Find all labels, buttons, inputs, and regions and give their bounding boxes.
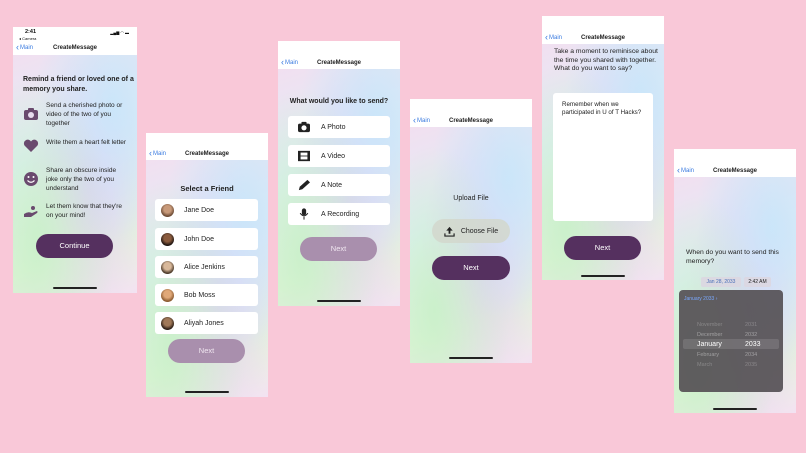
- reminisce-prompt: Take a moment to reminisce about the tim…: [554, 48, 658, 72]
- status-time: 2:41: [25, 29, 37, 35]
- camera-icon: [24, 108, 38, 120]
- screen-select-friend: ‹ Main CreateMessage Select a Friend Jane…: [146, 133, 268, 397]
- picker-month-wheel[interactable]: November December January February March: [697, 320, 742, 370]
- picker-year-option: 2032: [745, 332, 758, 338]
- picker-month-header[interactable]: January 2033 ›: [684, 296, 717, 302]
- option-recording-button[interactable]: A Recording: [288, 203, 390, 225]
- next-button[interactable]: Next: [432, 256, 510, 280]
- film-icon: [298, 150, 310, 162]
- home-indicator: [713, 408, 757, 410]
- nav-bar: ‹ Main CreateMessage: [542, 16, 664, 44]
- picker-year-option: 2031: [745, 322, 758, 328]
- option-label: A Video: [321, 152, 346, 160]
- heart-icon: [23, 139, 39, 152]
- friend-row[interactable]: Aliyah Jones: [155, 312, 258, 334]
- note-textarea[interactable]: Remember when we participated in U of T …: [553, 93, 653, 221]
- date-picker-popover[interactable]: January 2033 › November December January…: [679, 290, 783, 392]
- next-button[interactable]: Next: [300, 237, 377, 261]
- picker-month-option: February: [697, 352, 720, 358]
- friend-row[interactable]: John Doe: [155, 228, 258, 250]
- picker-month-option: March: [697, 362, 713, 368]
- home-indicator: [449, 357, 493, 359]
- friend-name: Aliyah Jones: [184, 319, 224, 327]
- friend-name: Bob Moss: [184, 291, 216, 299]
- avatar: [161, 260, 174, 274]
- nav-bar: ‹ Main CreateMessage: [410, 99, 532, 127]
- intro-heading: Remind a friend or loved one of a memory…: [23, 76, 134, 93]
- nav-title: CreateMessage: [580, 35, 626, 41]
- option-label: A Photo: [321, 123, 346, 131]
- option-on-your-mind: Let them know that they're on your mind!: [23, 201, 135, 225]
- avatar: [161, 288, 174, 302]
- picker-year-selected: 2033: [745, 341, 761, 348]
- friend-row[interactable]: Bob Moss: [155, 284, 258, 306]
- send-type-heading: What would you like to send?: [289, 98, 389, 105]
- next-button[interactable]: Next: [168, 339, 245, 363]
- home-indicator: [317, 300, 361, 302]
- schedule-question: When do you want to send this memory?: [686, 249, 779, 265]
- screen-schedule: ‹ Main CreateMessage When do you want to …: [674, 149, 796, 413]
- home-indicator: [53, 287, 97, 289]
- friend-row[interactable]: Alice Jenkins: [155, 256, 258, 278]
- date-field[interactable]: Jan 28, 2033: [701, 277, 741, 287]
- home-indicator: [581, 275, 625, 277]
- nav-bar: ‹ Main CreateMessage: [674, 149, 796, 177]
- avatar: [161, 232, 174, 246]
- canvas: { "colors":{"background":"#f9c8d8","acce…: [0, 0, 806, 453]
- picker-month-option: December: [697, 332, 723, 338]
- select-friend-heading: Select a Friend: [180, 184, 234, 193]
- option-joke: Share an obscure inside joke only the tw…: [23, 165, 135, 193]
- nav-bar: ‹ Main CreateMessage: [278, 41, 400, 69]
- avatar: [161, 316, 174, 330]
- option-photo-button[interactable]: A Photo: [288, 116, 390, 138]
- option-photo: Send a cherished photo or video of the t…: [23, 101, 135, 127]
- friend-row[interactable]: Jane Doe: [155, 199, 258, 221]
- time-field[interactable]: 2:42 AM: [744, 277, 771, 287]
- avatar: [161, 203, 174, 217]
- smiley-icon: [24, 172, 38, 186]
- option-label: A Recording: [321, 210, 360, 218]
- continue-button[interactable]: Continue: [36, 234, 113, 258]
- nav-bar: ‹ Main CreateMessage: [146, 133, 268, 160]
- choose-file-label: Choose File: [460, 227, 499, 235]
- option-text: Let them know that they're on your mind!: [46, 203, 123, 219]
- microphone-icon: [299, 208, 309, 220]
- screen-upload-file: ‹ Main CreateMessage Upload File Choose F…: [410, 99, 532, 363]
- nav-title: CreateMessage: [712, 168, 758, 174]
- picker-month-selected: January: [697, 341, 722, 348]
- option-label: A Note: [321, 181, 343, 189]
- option-text: Share an obscure inside joke only the tw…: [46, 167, 117, 192]
- hand-icon: [24, 206, 38, 217]
- status-back-to-camera[interactable]: ◂ Camera: [19, 36, 36, 41]
- upload-file-heading: Upload File: [453, 195, 489, 202]
- friend-name: Jane Doe: [184, 206, 214, 214]
- friend-name: John Doe: [184, 235, 214, 243]
- note-text: Remember when we participated in U of T …: [562, 101, 642, 116]
- option-letter: Write them a heart felt letter: [23, 137, 135, 157]
- nav-title: CreateMessage: [448, 118, 494, 124]
- screen-memory-intro: 2:41 ◂ Camera ▂▄▆ ◠ ▬ ‹ Main CreateMessag…: [13, 27, 137, 293]
- camera-icon: [298, 121, 310, 133]
- upload-icon: [444, 226, 455, 237]
- home-indicator: [185, 391, 229, 393]
- status-icons: ▂▄▆ ◠ ▬: [110, 30, 129, 35]
- option-video-button[interactable]: A Video: [288, 145, 390, 167]
- option-text: Write them a heart felt letter: [46, 139, 127, 146]
- pencil-icon: [298, 179, 310, 191]
- nav-bar: 2:41 ◂ Camera ▂▄▆ ◠ ▬ ‹ Main CreateMessag…: [13, 27, 137, 55]
- screen-choose-type: ‹ Main CreateMessage What would you like …: [278, 41, 400, 306]
- next-button[interactable]: Next: [564, 236, 641, 260]
- picker-year-wheel[interactable]: 2031 2032 2033 2034 2035: [745, 320, 769, 370]
- picker-month-option: November: [697, 322, 723, 328]
- nav-title: CreateMessage: [184, 151, 230, 157]
- choose-file-button[interactable]: Choose File: [432, 219, 510, 243]
- screen-write-note: ‹ Main CreateMessage Take a moment to rem…: [542, 16, 664, 280]
- nav-title: CreateMessage: [52, 45, 98, 51]
- picker-year-option: 2035: [745, 362, 758, 368]
- option-text: Send a cherished photo or video of the t…: [46, 102, 123, 127]
- option-note-button[interactable]: A Note: [288, 174, 390, 196]
- friend-name: Alice Jenkins: [184, 263, 225, 271]
- picker-year-option: 2034: [745, 352, 758, 358]
- nav-title: CreateMessage: [316, 60, 362, 66]
